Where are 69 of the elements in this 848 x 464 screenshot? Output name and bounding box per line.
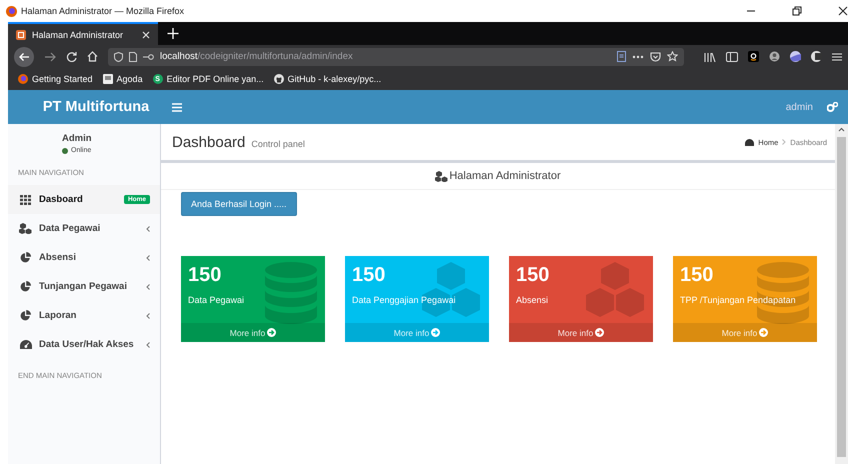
gauge-icon [20, 340, 32, 350]
sidebar-icon[interactable] [726, 52, 738, 62]
reader-view-icon[interactable] [617, 51, 626, 62]
sidebar-item[interactable]: Absensi [8, 243, 160, 272]
stat-label: Absensi [516, 295, 550, 305]
sidebar-item[interactable]: Tunjangan Pegawai [8, 272, 160, 301]
tab-title: Halaman Administrator [32, 30, 124, 40]
key-icon [143, 54, 154, 60]
chevron-left-icon [146, 254, 150, 260]
pocket-icon[interactable] [650, 52, 661, 62]
url-text: localhost/codeigniter/multifortuna/admin/index [160, 51, 353, 62]
browser-tab[interactable]: Halaman Administrator [8, 22, 158, 45]
separator-icon [782, 139, 786, 145]
arrow-circle-right-icon [759, 328, 768, 337]
menu-icon[interactable] [832, 52, 842, 62]
arrow-circle-right-icon [595, 328, 604, 337]
chevron-left-icon [146, 312, 150, 318]
cubes-icon [435, 170, 448, 182]
page-favicon-icon [16, 30, 26, 40]
forward-arrow-icon[interactable] [44, 50, 56, 62]
restore-icon[interactable] [792, 6, 802, 16]
pie-chart-icon [20, 252, 31, 263]
page-icon [129, 52, 137, 62]
pie-chart-icon [20, 281, 31, 292]
chevron-left-icon [146, 342, 150, 348]
more-dots-icon[interactable] [632, 54, 644, 58]
address-bar[interactable]: localhost/codeigniter/multifortuna/admin/index [108, 48, 684, 66]
pie-chart-icon [20, 310, 31, 321]
reload-icon[interactable] [66, 51, 77, 62]
page-title: Dashboard [172, 134, 246, 150]
cubes-icon [585, 262, 645, 318]
stat-label: Data Pegawai [188, 295, 246, 305]
user-name: Admin [62, 133, 92, 144]
cubes-icon [19, 223, 32, 234]
settings-icon[interactable] [827, 102, 838, 112]
extension-globe-icon[interactable] [790, 51, 801, 62]
arrow-circle-right-icon [267, 328, 276, 337]
brand-title: PT Multifortuna [42, 99, 150, 115]
home-icon[interactable] [87, 51, 98, 62]
database-icon [265, 262, 317, 324]
sidebar-item[interactable]: Data Pegawai [8, 214, 160, 243]
login-success-button[interactable]: Anda Berhasil Login ..... [181, 192, 297, 216]
stat-value: 150 [188, 264, 222, 287]
more-info-link[interactable]: More info [509, 323, 653, 342]
star-icon[interactable] [667, 51, 678, 62]
box-title: Halaman Administrator [449, 170, 561, 182]
stat-label: Data Penggajian Pegawai [352, 295, 457, 305]
bookmark-link[interactable]: Agoda [102, 74, 143, 84]
sidebar-item[interactable]: Data User/Hak Akses [8, 330, 160, 359]
stat-value: 150 [516, 264, 550, 287]
stat-value: 150 [352, 264, 386, 287]
page-subtitle: Control panel [251, 139, 305, 149]
window-title: Halaman Administrator — Mozilla Firefox [21, 6, 184, 16]
grid-icon [20, 194, 31, 204]
webpage-icon [102, 74, 113, 84]
library-icon[interactable] [704, 52, 716, 62]
gauge-icon [745, 138, 754, 146]
cubes-icon [421, 262, 481, 318]
bookmark-link[interactable]: Getting Started [18, 74, 93, 84]
account-icon[interactable] [769, 51, 780, 62]
stat-value: 150 [680, 264, 714, 287]
bookmark-link[interactable]: GitHub - k-alexey/pyc... [274, 74, 382, 84]
chevron-left-icon [146, 226, 150, 232]
arrow-circle-right-icon [431, 328, 440, 337]
chevron-left-icon [146, 284, 150, 290]
close-icon[interactable] [838, 6, 848, 16]
sidebar-item[interactable]: Laporan [8, 301, 160, 330]
stat-label: TPP /Tunjangan Pendapatan [680, 295, 797, 305]
shield-icon [114, 52, 123, 62]
